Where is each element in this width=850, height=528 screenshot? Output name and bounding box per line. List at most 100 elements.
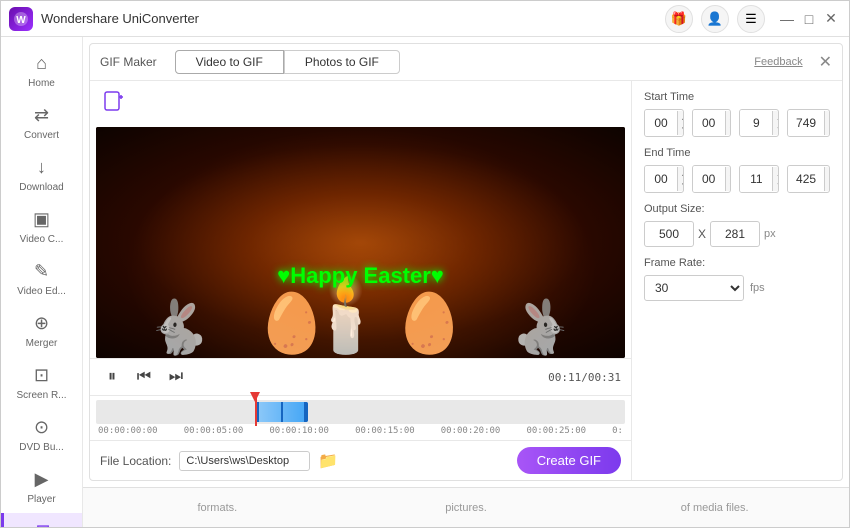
bottom-col-1: formats.: [93, 502, 342, 514]
sidebar-item-screen-rec[interactable]: ⊡ Screen R...: [1, 357, 82, 409]
add-file-icon: [102, 89, 126, 119]
ruler-mark-4: 00:00:20:00: [441, 426, 501, 436]
svg-text:W: W: [16, 15, 26, 26]
sidebar-item-dvd-burn[interactable]: ⊙ DVD Bu...: [1, 409, 82, 461]
video-area: 🐇 🥚 🕯️ 🥚 🐇: [90, 81, 632, 480]
video-comp-icon: ▣: [33, 209, 50, 230]
start-ms-up[interactable]: ▲: [824, 111, 830, 123]
gif-maker-body: 🐇 🥚 🕯️ 🥚 🐇: [90, 81, 842, 480]
fps-wrap: 10 15 20 24 25 30 60 fps: [644, 275, 830, 301]
sidebar-item-convert[interactable]: ⇄ Convert: [1, 97, 82, 149]
start-mm-input[interactable]: [645, 110, 677, 136]
time-display: 00:11/00:31: [548, 371, 621, 384]
start-ms-input[interactable]: [788, 110, 824, 136]
end-ms-input[interactable]: [788, 166, 824, 192]
folder-browse-btn[interactable]: 📁: [318, 451, 338, 471]
close-panel-btn[interactable]: ✕: [819, 52, 832, 72]
ruler-mark-2: 00:00:10:00: [269, 426, 329, 436]
feedback-link[interactable]: Feedback: [754, 56, 802, 68]
width-input[interactable]: [644, 221, 694, 247]
sidebar-item-merger[interactable]: ⊕ Merger: [1, 305, 82, 357]
sidebar-label-download: Download: [19, 182, 63, 193]
start-ff-field: ▲ ▼: [739, 109, 779, 137]
end-ff-input[interactable]: [740, 166, 772, 192]
bottom-col-2: pictures.: [342, 502, 591, 514]
bottom-bar: formats. pictures. of media files.: [83, 487, 849, 527]
add-file-btn[interactable]: [94, 85, 627, 123]
start-ss-up[interactable]: ▲: [725, 111, 732, 123]
sidebar-item-video-comp[interactable]: ▣ Video C...: [1, 201, 82, 253]
playhead-marker: [250, 392, 260, 402]
gift-icon-btn[interactable]: 🎁: [665, 5, 693, 33]
prev-btn[interactable]: ⏮: [132, 365, 156, 389]
menu-icon-btn[interactable]: ☰: [737, 5, 765, 33]
height-input[interactable]: [710, 221, 760, 247]
timeline-clip[interactable]: [255, 402, 308, 422]
start-ff-input[interactable]: [740, 110, 772, 136]
tab-photos-to-gif[interactable]: Photos to GIF: [284, 50, 400, 74]
timeline-track[interactable]: [96, 400, 625, 424]
start-time-label: Start Time: [644, 91, 830, 103]
merger-icon: ⊕: [34, 313, 49, 334]
video-preview: 🐇 🥚 🕯️ 🥚 🐇: [96, 127, 625, 358]
end-ss-field: ▲ ▼: [692, 165, 732, 193]
next-btn[interactable]: ⏭: [164, 365, 188, 389]
sidebar-label-video-edit: Video Ed...: [17, 286, 66, 297]
frame-rate-label: Frame Rate:: [644, 257, 830, 269]
end-ss-input[interactable]: [693, 166, 725, 192]
end-ms-down[interactable]: ▼: [824, 179, 830, 191]
app-title: Wondershare UniConverter: [41, 11, 665, 26]
sidebar-item-home[interactable]: ⌂ Home: [1, 45, 82, 97]
end-ms-up[interactable]: ▲: [824, 167, 830, 179]
maximize-btn[interactable]: □: [799, 9, 819, 29]
pause-btn[interactable]: ⏸: [100, 365, 124, 389]
create-gif-btn[interactable]: Create GIF: [517, 447, 621, 474]
start-ms-down[interactable]: ▼: [824, 123, 830, 135]
end-ff-down[interactable]: ▼: [772, 179, 779, 191]
end-ms-field: ▲ ▼: [787, 165, 830, 193]
sidebar-item-video-edit[interactable]: ✎ Video Ed...: [1, 253, 82, 305]
timeline-area: 00:00:00:00 00:00:05:00 00:00:10:00 00:0…: [90, 395, 631, 440]
ruler-mark-5: 00:00:25:00: [526, 426, 586, 436]
user-icon-btn[interactable]: 👤: [701, 5, 729, 33]
sidebar-item-toolbox[interactable]: ⊞ Toolbox: [1, 513, 82, 527]
end-ss-up[interactable]: ▲: [725, 167, 732, 179]
start-ss-input[interactable]: [693, 110, 725, 136]
file-path-select[interactable]: C:\Users\ws\Desktop: [179, 451, 310, 471]
dvd-icon: ⊙: [34, 417, 49, 438]
frame-rate-section: Frame Rate: 10 15 20 24 25 30 60: [644, 257, 830, 301]
ruler-mark-0: 00:00:00:00: [98, 426, 158, 436]
fps-select[interactable]: 10 15 20 24 25 30 60: [644, 275, 744, 301]
end-mm-field: ▲ ▼: [644, 165, 684, 193]
app-window: W Wondershare UniConverter 🎁 👤 ☰ — □ ✕ ⌂…: [0, 0, 850, 528]
sidebar-label-video-comp: Video C...: [20, 234, 64, 245]
download-icon: ↓: [37, 157, 46, 178]
size-px-label: px: [764, 228, 776, 240]
playback-controls: ⏸ ⏮ ⏭ 00:11/00:31: [90, 358, 631, 395]
end-time-inputs: ▲ ▼ ▲ ▼: [644, 165, 830, 193]
start-ff-down[interactable]: ▼: [772, 123, 779, 135]
start-time-inputs: ▲ ▼ ▲ ▼: [644, 109, 830, 137]
close-btn[interactable]: ✕: [821, 9, 841, 29]
tab-video-to-gif[interactable]: Video to GIF: [175, 50, 284, 74]
start-mm-down[interactable]: ▼: [677, 123, 684, 135]
start-ff-up[interactable]: ▲: [772, 111, 779, 123]
ruler-mark-1: 00:00:05:00: [184, 426, 244, 436]
main-layout: ⌂ Home ⇄ Convert ↓ Download ▣ Video C...…: [1, 37, 849, 527]
minimize-btn[interactable]: —: [777, 9, 797, 29]
video-edit-icon: ✎: [34, 261, 49, 282]
end-mm-up[interactable]: ▲: [677, 167, 684, 179]
end-mm-input[interactable]: [645, 166, 677, 192]
sidebar-item-player[interactable]: ▶ Player: [1, 461, 82, 513]
start-ss-down[interactable]: ▼: [725, 123, 732, 135]
gif-maker-title: GIF Maker: [100, 55, 157, 69]
start-mm-up[interactable]: ▲: [677, 111, 684, 123]
sidebar-item-download[interactable]: ↓ Download: [1, 149, 82, 201]
start-mm-field: ▲ ▼: [644, 109, 684, 137]
end-time-section: End Time ▲ ▼: [644, 147, 830, 193]
clip-handle-right[interactable]: [304, 402, 308, 422]
app-logo: W: [9, 7, 33, 31]
end-ss-down[interactable]: ▼: [725, 179, 732, 191]
end-mm-down[interactable]: ▼: [677, 179, 684, 191]
end-ff-up[interactable]: ▲: [772, 167, 779, 179]
